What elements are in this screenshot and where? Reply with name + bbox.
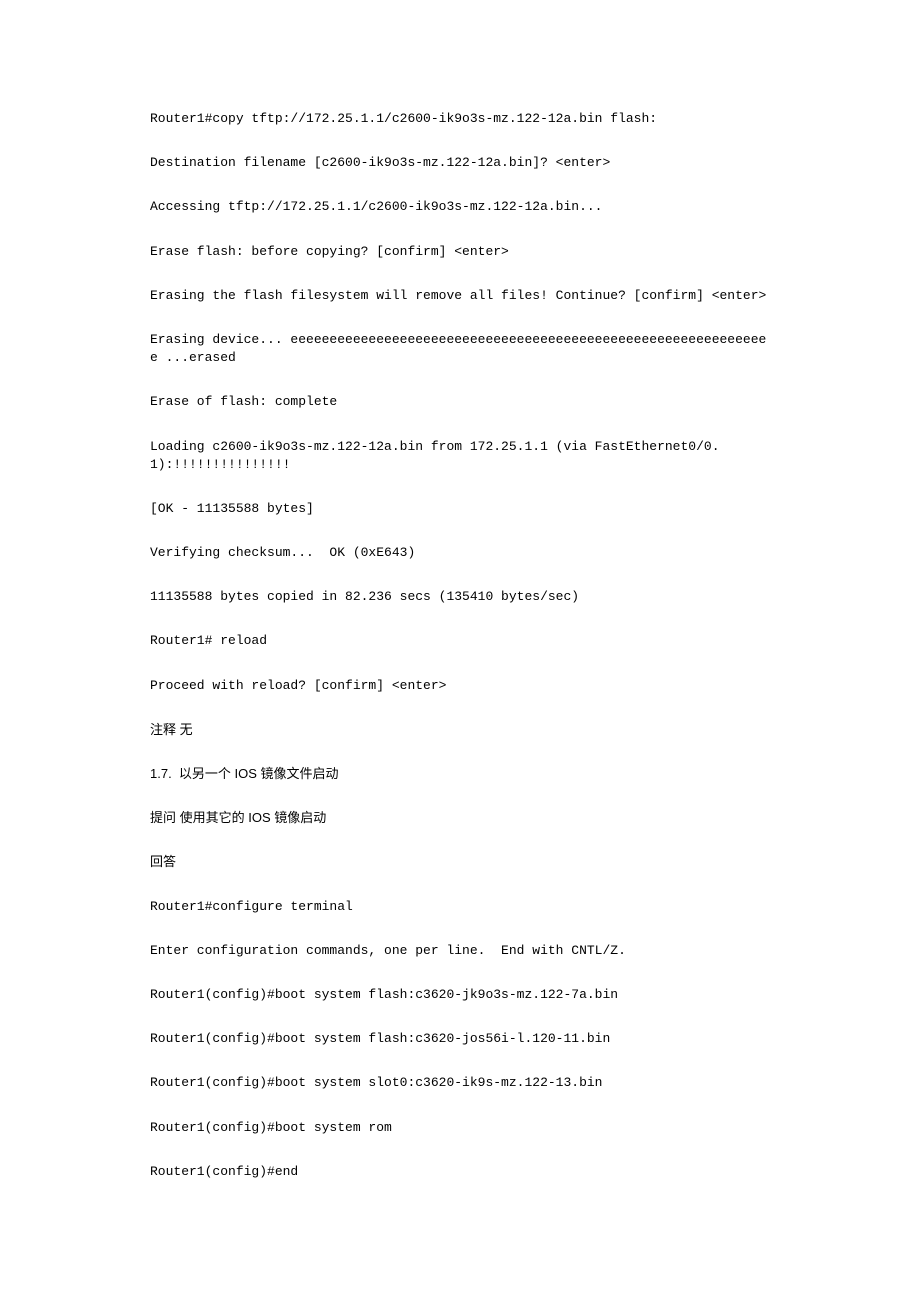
note-text: 注释 无: [150, 721, 770, 739]
terminal-line: Router1#copy tftp://172.25.1.1/c2600-ik9…: [150, 110, 770, 128]
terminal-line: Router1(config)#boot system rom: [150, 1119, 770, 1137]
terminal-line: Enter configuration commands, one per li…: [150, 942, 770, 960]
terminal-line: Verifying checksum... OK (0xE643): [150, 544, 770, 562]
section-heading: 1.7. 以另一个 IOS 镜像文件启动: [150, 765, 770, 783]
terminal-line: Router1# reload: [150, 632, 770, 650]
question-text: 提问 使用其它的 IOS 镜像启动: [150, 809, 770, 827]
terminal-line: Proceed with reload? [confirm] <enter>: [150, 677, 770, 695]
terminal-line: [OK - 11135588 bytes]: [150, 500, 770, 518]
terminal-line: 11135588 bytes copied in 82.236 secs (13…: [150, 588, 770, 606]
answer-label: 回答: [150, 853, 770, 871]
terminal-line: Router1(config)#boot system flash:c3620-…: [150, 986, 770, 1004]
terminal-line: Erasing the flash filesystem will remove…: [150, 287, 770, 305]
terminal-line: Router1(config)#boot system flash:c3620-…: [150, 1030, 770, 1048]
terminal-line: Router1(config)#end: [150, 1163, 770, 1181]
terminal-line: Router1#configure terminal: [150, 898, 770, 916]
terminal-line: Erase flash: before copying? [confirm] <…: [150, 243, 770, 261]
terminal-line: Router1(config)#boot system slot0:c3620-…: [150, 1074, 770, 1092]
terminal-line: Destination filename [c2600-ik9o3s-mz.12…: [150, 154, 770, 172]
terminal-line: Erase of flash: complete: [150, 393, 770, 411]
terminal-line: Erasing device... eeeeeeeeeeeeeeeeeeeeee…: [150, 331, 770, 367]
document-page: Router1#copy tftp://172.25.1.1/c2600-ik9…: [0, 0, 920, 1287]
terminal-line: Loading c2600-ik9o3s-mz.122-12a.bin from…: [150, 438, 770, 474]
terminal-line: Accessing tftp://172.25.1.1/c2600-ik9o3s…: [150, 198, 770, 216]
